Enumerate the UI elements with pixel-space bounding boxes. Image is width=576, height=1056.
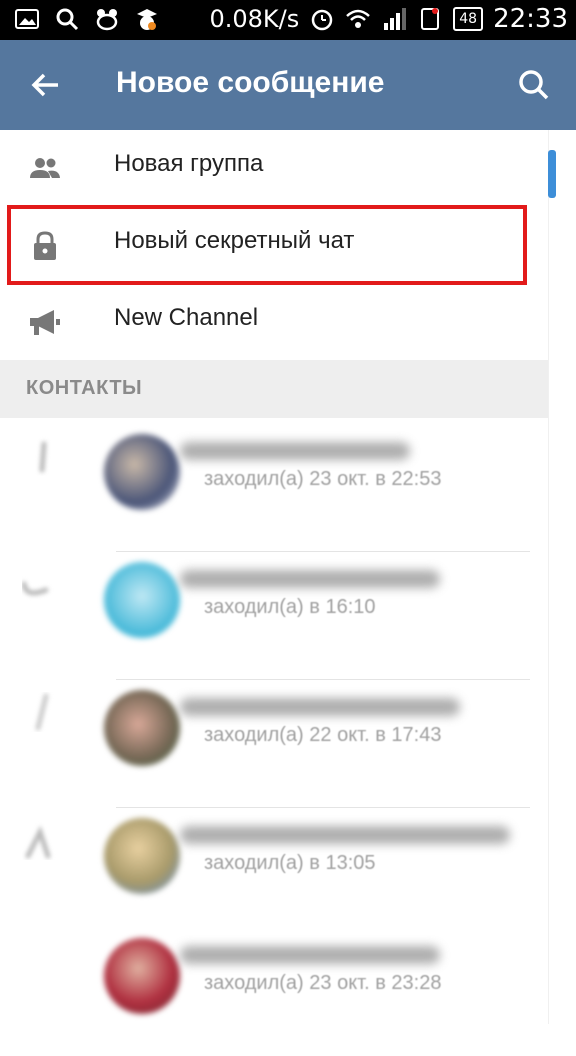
avatar	[104, 434, 180, 510]
contact-name-blurred	[180, 442, 410, 460]
new-group-label: Новая группа	[114, 150, 264, 177]
contact-row[interactable]: заходил(а) 23 окт. в 23:28	[0, 928, 548, 1056]
contact-row[interactable]: заходил(а) 23 окт. в 22:53	[0, 424, 548, 552]
new-channel-item[interactable]: New Channel	[0, 284, 548, 360]
app-icon	[96, 9, 118, 31]
contact-status: заходил(а) 22 окт. в 17:43	[204, 724, 442, 746]
network-speed: 0.08K/s	[209, 5, 300, 33]
contact-row[interactable]: заходил(а) 22 окт. в 17:43	[0, 680, 548, 808]
megaphone-icon	[30, 310, 60, 335]
alarm-icon	[311, 9, 333, 31]
contact-status: заходил(а) 23 окт. в 22:53	[204, 468, 442, 490]
contact-name-blurred	[180, 570, 440, 588]
page-title: Новое сообщение	[116, 66, 385, 99]
signal-icon	[384, 8, 407, 30]
status-bar: 0.08K/s 48 22:33	[0, 0, 576, 40]
battery-indicator: 48	[453, 7, 484, 31]
search-icon	[56, 8, 79, 31]
app-bar: Новое сообщение	[0, 40, 576, 130]
contact-name-blurred	[180, 946, 440, 964]
avatar	[104, 818, 180, 894]
avatar	[104, 690, 180, 766]
scroll-track	[548, 130, 549, 1024]
contact-letter-blur	[22, 581, 49, 596]
contact-letter-blur	[39, 441, 47, 473]
group-icon	[30, 158, 60, 178]
contact-status: заходил(а) 23 окт. в 23:28	[204, 972, 442, 994]
owl-icon	[137, 9, 157, 30]
contact-row[interactable]: заходил(а) в 16:10	[0, 552, 548, 680]
wifi-icon	[346, 9, 371, 28]
contact-status: заходил(а) в 13:05	[204, 852, 376, 874]
contact-row[interactable]: заходил(а) в 13:05	[0, 808, 548, 936]
avatar	[104, 938, 180, 1014]
status-bar-right: 0.08K/s 48 22:33	[209, 4, 568, 34]
image-icon	[15, 9, 39, 29]
contact-name-blurred	[180, 698, 460, 716]
search-icon[interactable]	[514, 65, 554, 105]
no-sim-icon	[421, 8, 440, 30]
contact-name-blurred	[180, 826, 510, 844]
contacts-section-header: КОНТАКТЫ	[0, 360, 548, 418]
highlight-box	[7, 205, 527, 285]
contact-letter-blur	[25, 825, 51, 859]
contact-letter-blur	[35, 693, 49, 731]
new-group-item[interactable]: Новая группа	[0, 130, 548, 206]
new-channel-label: New Channel	[114, 304, 259, 331]
scrollbar-thumb[interactable]	[548, 150, 556, 198]
back-arrow-icon[interactable]	[26, 65, 66, 105]
clock: 22:33	[493, 4, 568, 34]
contacts-header-label: КОНТАКТЫ	[26, 377, 143, 399]
contact-status: заходил(а) в 16:10	[204, 596, 376, 618]
avatar	[104, 562, 180, 638]
status-bar-left	[14, 6, 160, 32]
